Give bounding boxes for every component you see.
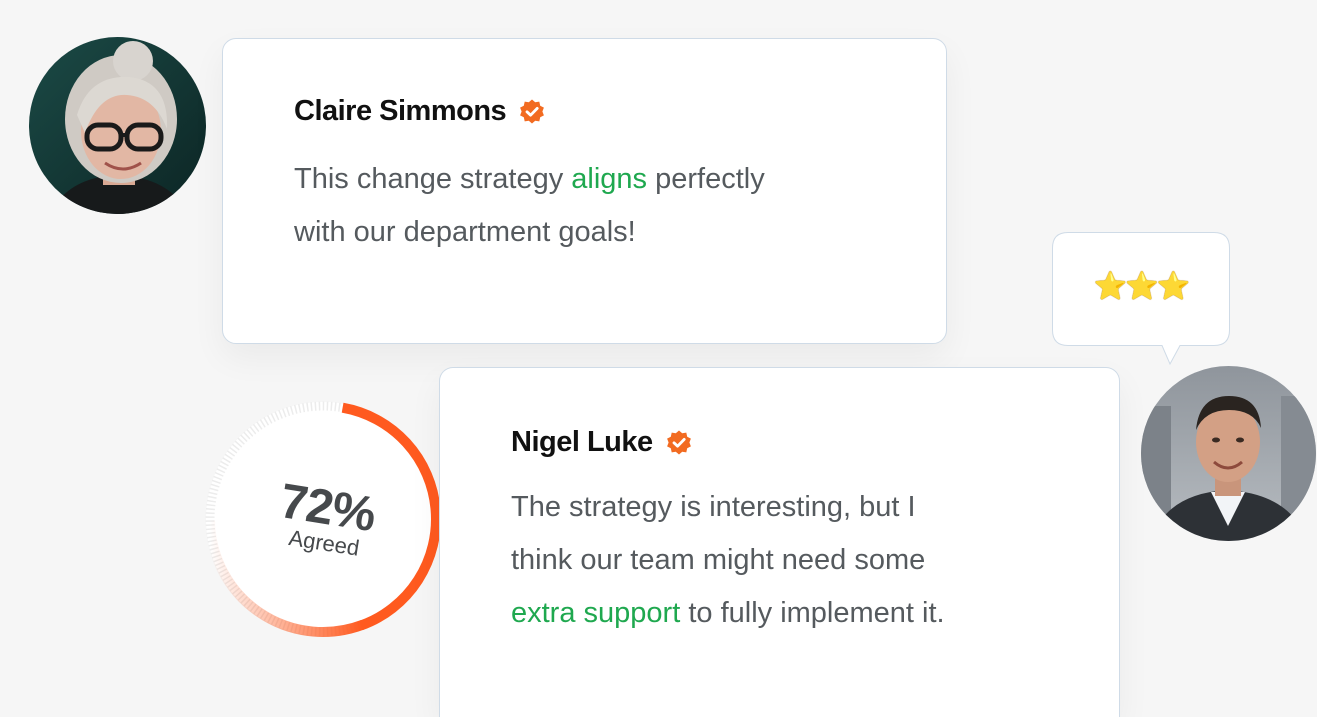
quote-text: This change strategy xyxy=(294,163,572,195)
quote-highlight: extra support xyxy=(511,597,681,629)
avatar-nigel-image xyxy=(1141,366,1316,541)
reviewer-header: Nigel Luke xyxy=(511,426,693,459)
star-rating: ⭐⭐⭐ xyxy=(1093,271,1191,302)
testimonial-quote: The strategy is interesting, but I think… xyxy=(511,481,945,640)
quote-line: This change strategy aligns perfectly xyxy=(294,163,765,195)
quote-text: The strategy is interesting, but I xyxy=(511,491,916,523)
quote-text: think our team might need some xyxy=(511,544,926,576)
avatar-claire-image xyxy=(29,37,206,214)
avatar-nigel-luke xyxy=(1141,366,1316,541)
quote-highlight: aligns xyxy=(571,163,648,195)
quote-line: The strategy is interesting, but I xyxy=(511,491,916,523)
avatar-claire-simmons xyxy=(29,37,206,214)
verified-badge-icon xyxy=(518,98,546,126)
agreement-label: 72% Agreed xyxy=(203,393,443,645)
quote-line: extra support to fully implement it. xyxy=(511,597,945,629)
quote-text: perfectly xyxy=(647,163,765,195)
reviewer-header: Claire Simmons xyxy=(294,95,546,128)
reviewer-name: Nigel Luke xyxy=(511,426,653,458)
quote-line: with our department goals! xyxy=(294,216,636,248)
rating-speech-bubble: ⭐⭐⭐ xyxy=(1052,232,1230,366)
testimonial-quote: This change strategy aligns perfectly wi… xyxy=(294,153,765,259)
agreement-progress-ring: 72% Agreed xyxy=(203,393,451,645)
reviewer-name: Claire Simmons xyxy=(294,95,507,127)
testimonial-card-nigel: Nigel Luke The strategy is interesting, … xyxy=(439,367,1120,717)
quote-text: to fully implement it. xyxy=(680,597,945,629)
verified-badge-icon xyxy=(665,429,693,457)
quote-line: think our team might need some xyxy=(511,544,925,576)
quote-text: with our department goals! xyxy=(294,216,636,248)
testimonial-card-claire: Claire Simmons This change strategy alig… xyxy=(222,38,947,344)
